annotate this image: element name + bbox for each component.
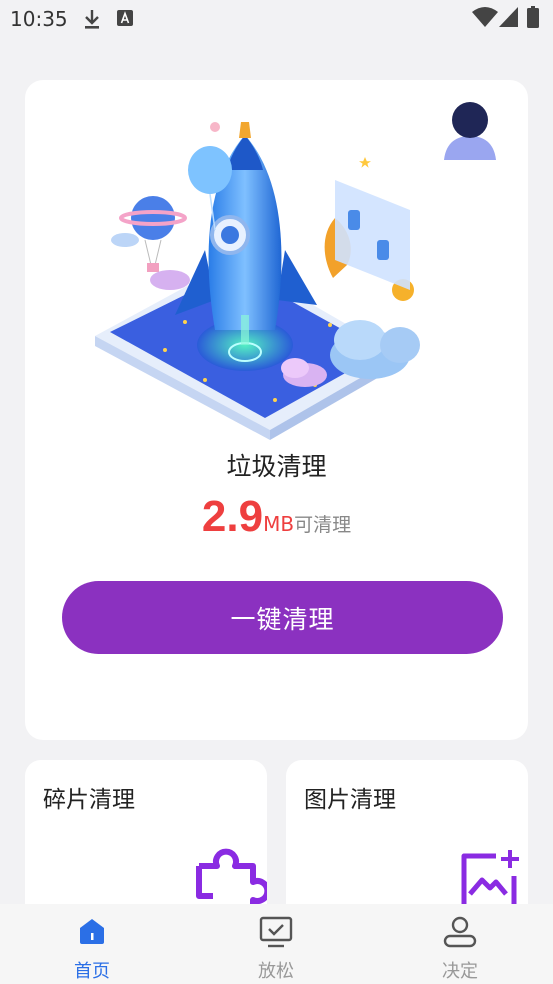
fragment-clean-title: 碎片清理 bbox=[43, 787, 135, 813]
status-bar: 10:35 bbox=[0, 0, 553, 38]
size-suffix: 可清理 bbox=[294, 514, 352, 536]
size-value: 2.9 bbox=[201, 492, 264, 541]
wifi-icon bbox=[472, 7, 498, 27]
signal-icon bbox=[499, 7, 518, 27]
download-icon bbox=[85, 10, 99, 29]
tab-decide[interactable]: 决定 bbox=[368, 904, 552, 984]
user-icon bbox=[443, 916, 477, 948]
status-time: 10:35 bbox=[10, 7, 68, 31]
tab-home[interactable]: 首页 bbox=[0, 904, 184, 984]
keyboard-a-icon bbox=[117, 10, 133, 26]
image-clean-title: 图片清理 bbox=[304, 787, 396, 813]
tab-relax-label: 放松 bbox=[258, 961, 294, 982]
tab-decide-label: 决定 bbox=[442, 961, 478, 982]
monitor-check-icon bbox=[259, 916, 293, 948]
one-tap-clean-button[interactable]: 一键清理 bbox=[62, 581, 503, 654]
junk-clean-title: 垃圾清理 bbox=[226, 452, 327, 481]
cleanable-size: 2.9MB可清理 bbox=[25, 492, 528, 542]
tab-relax[interactable]: 放松 bbox=[184, 904, 368, 984]
bottom-tab-bar: 首页 放松 决定 bbox=[0, 904, 553, 984]
junk-clean-card: 垃圾清理 2.9MB可清理 一键清理 bbox=[25, 80, 528, 740]
avatar[interactable] bbox=[442, 102, 498, 162]
rocket-illustration bbox=[95, 122, 420, 440]
size-unit: MB bbox=[263, 512, 295, 536]
home-icon bbox=[80, 919, 104, 944]
battery-icon bbox=[527, 6, 539, 28]
tab-home-label: 首页 bbox=[74, 961, 110, 982]
